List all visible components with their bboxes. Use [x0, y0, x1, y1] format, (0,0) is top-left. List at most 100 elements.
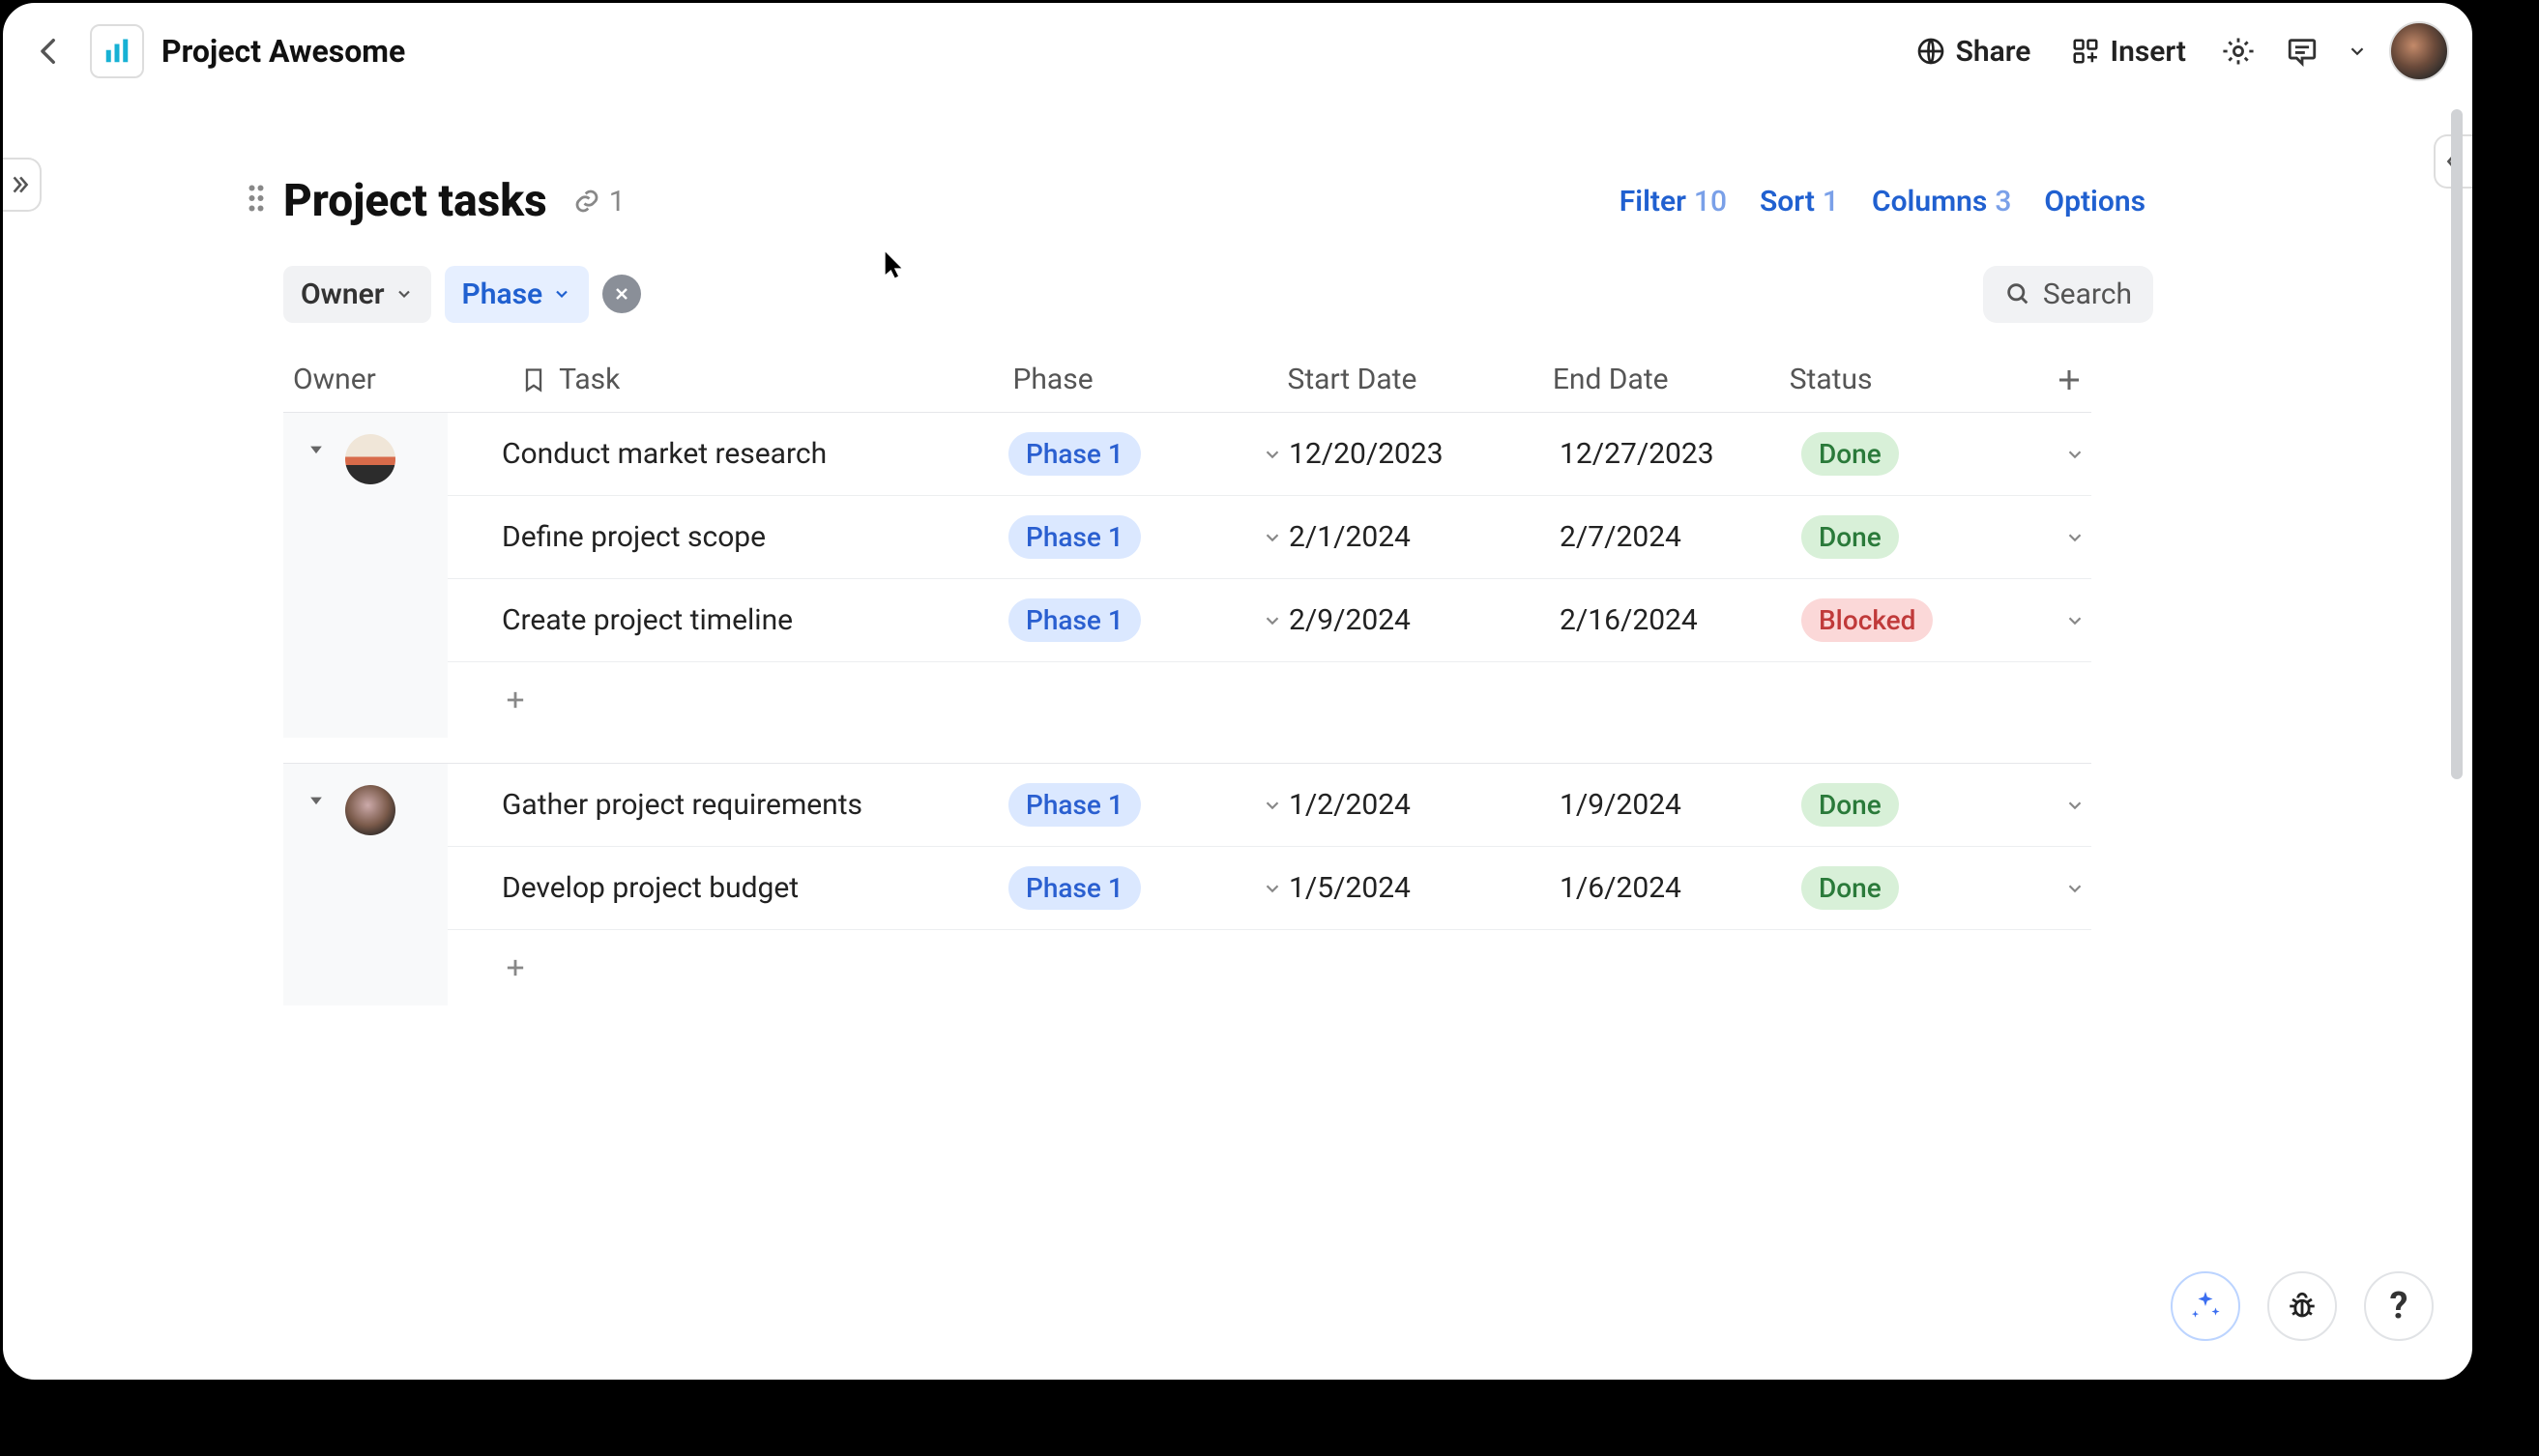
scrollbar[interactable] [2449, 109, 2465, 1264]
ai-assist-button[interactable] [2171, 1271, 2240, 1341]
group-owner-cell [283, 764, 448, 1005]
app-window: Project Awesome Share Insert [0, 0, 2475, 1383]
phase-cell[interactable]: Phase 1 [1008, 515, 1289, 559]
status-dropdown-icon[interactable] [2058, 521, 2091, 554]
insert-button[interactable]: Insert [2059, 27, 2198, 76]
table-row[interactable]: Gather project requirementsPhase 1 1/2/20… [448, 764, 2091, 847]
filter-button[interactable]: Filter 10 [1612, 177, 1735, 226]
search-button[interactable]: Search [1983, 266, 2153, 323]
phase-dropdown-icon[interactable] [1256, 604, 1289, 637]
view-title[interactable]: Project tasks [283, 175, 547, 227]
share-button[interactable]: Share [1904, 27, 2043, 76]
task-cell[interactable]: Develop project budget [448, 871, 1008, 905]
end-date-cell[interactable]: 1/6/2024 [1560, 871, 1801, 905]
table-row[interactable]: Create project timelinePhase 1 2/9/20242/… [448, 579, 2091, 662]
status-dropdown-icon[interactable] [2058, 789, 2091, 822]
column-header-owner[interactable]: Owner [283, 363, 520, 396]
task-cell[interactable]: Gather project requirements [448, 788, 1008, 822]
view-heading-row: Project tasks 1 Filter 10 Sort 1 Columns… [283, 167, 2153, 235]
columns-button[interactable]: Columns 3 [1864, 177, 2019, 226]
status-cell[interactable]: Done [1801, 866, 2091, 910]
phase-dropdown-icon[interactable] [1256, 521, 1289, 554]
comments-button[interactable] [2279, 28, 2325, 74]
group-owner-cell [283, 413, 448, 738]
scrollbar-thumb[interactable] [2451, 109, 2463, 779]
add-row-button[interactable] [448, 662, 2091, 738]
phase-dropdown-icon[interactable] [1256, 789, 1289, 822]
filter-chips-row: Owner Phase Search [283, 258, 2153, 330]
end-date-cell[interactable]: 12/27/2023 [1560, 437, 1801, 471]
phase-pill: Phase 1 [1008, 866, 1141, 910]
back-button[interactable] [26, 28, 73, 74]
status-pill: Done [1801, 783, 1899, 827]
status-dropdown-icon[interactable] [2058, 604, 2091, 637]
owner-avatar[interactable] [345, 785, 395, 835]
insert-label: Insert [2110, 35, 2186, 69]
start-date-cell[interactable]: 1/2/2024 [1289, 788, 1560, 822]
phase-pill: Phase 1 [1008, 515, 1141, 559]
task-cell[interactable]: Conduct market research [448, 437, 1008, 471]
linked-items-chip[interactable]: 1 [565, 181, 633, 222]
drag-handle-icon[interactable] [237, 179, 276, 218]
clear-filters-button[interactable] [602, 275, 641, 313]
column-header-start-date[interactable]: Start Date [1288, 363, 1553, 396]
table-row[interactable]: Define project scopePhase 1 2/1/20242/7/2… [448, 496, 2091, 579]
user-avatar[interactable] [2389, 21, 2449, 81]
column-header-task[interactable]: Task [520, 363, 1012, 396]
add-column-button[interactable] [2055, 365, 2091, 394]
status-cell[interactable]: Blocked [1801, 598, 2091, 642]
owner-filter-chip[interactable]: Owner [283, 266, 431, 323]
end-date-cell[interactable]: 2/7/2024 [1560, 520, 1801, 554]
bookmark-icon [520, 366, 547, 393]
phase-pill: Phase 1 [1008, 783, 1141, 827]
settings-button[interactable] [2215, 28, 2262, 74]
group-collapse-toggle[interactable] [301, 434, 332, 465]
end-date-cell[interactable]: 2/16/2024 [1560, 603, 1801, 637]
share-label: Share [1956, 35, 2031, 69]
more-dropdown[interactable] [2343, 28, 2372, 74]
sort-button[interactable]: Sort 1 [1752, 177, 1847, 226]
main-content: Project tasks 1 Filter 10 Sort 1 Columns… [283, 167, 2153, 1380]
options-button[interactable]: Options [2036, 177, 2153, 226]
help-button[interactable]: ? [2364, 1271, 2434, 1341]
app-title[interactable]: Project Awesome [161, 33, 405, 70]
column-header-phase[interactable]: Phase [1012, 363, 1287, 396]
status-dropdown-icon[interactable] [2058, 872, 2091, 905]
column-header-status[interactable]: Status [1790, 363, 2055, 396]
status-dropdown-icon[interactable] [2058, 438, 2091, 471]
task-cell[interactable]: Create project timeline [448, 603, 1008, 637]
end-date-cell[interactable]: 1/9/2024 [1560, 788, 1801, 822]
phase-pill: Phase 1 [1008, 598, 1141, 642]
status-pill: Done [1801, 515, 1899, 559]
owner-avatar[interactable] [345, 434, 395, 484]
status-cell[interactable]: Done [1801, 432, 2091, 476]
status-cell[interactable]: Done [1801, 783, 2091, 827]
table-row[interactable]: Develop project budgetPhase 1 1/5/20241/6… [448, 847, 2091, 930]
start-date-cell[interactable]: 1/5/2024 [1289, 871, 1560, 905]
status-cell[interactable]: Done [1801, 515, 2091, 559]
expand-left-panel-button[interactable] [0, 158, 42, 212]
phase-pill: Phase 1 [1008, 432, 1141, 476]
start-date-cell[interactable]: 2/9/2024 [1289, 603, 1560, 637]
phase-filter-chip[interactable]: Phase [445, 266, 590, 323]
phase-cell[interactable]: Phase 1 [1008, 783, 1289, 827]
group-collapse-toggle[interactable] [301, 785, 332, 816]
start-date-cell[interactable]: 12/20/2023 [1289, 437, 1560, 471]
task-cell[interactable]: Define project scope [448, 520, 1008, 554]
table-header: Owner Task Phase Start Date End Date Sta… [283, 347, 2091, 413]
phase-cell[interactable]: Phase 1 [1008, 866, 1289, 910]
table-group: Conduct market researchPhase 112/20/2023… [283, 413, 2091, 738]
status-pill: Done [1801, 866, 1899, 910]
table-row[interactable]: Conduct market researchPhase 1 12/20/2023… [448, 413, 2091, 496]
column-header-end-date[interactable]: End Date [1553, 363, 1790, 396]
phase-cell[interactable]: Phase 1 [1008, 598, 1289, 642]
phase-cell[interactable]: Phase 1 [1008, 432, 1289, 476]
topbar: Project Awesome Share Insert [3, 3, 2472, 100]
linked-items-count: 1 [609, 185, 626, 218]
report-bug-button[interactable] [2267, 1271, 2337, 1341]
project-icon[interactable] [90, 24, 144, 78]
add-row-button[interactable] [448, 930, 2091, 1005]
phase-dropdown-icon[interactable] [1256, 872, 1289, 905]
phase-dropdown-icon[interactable] [1256, 438, 1289, 471]
start-date-cell[interactable]: 2/1/2024 [1289, 520, 1560, 554]
